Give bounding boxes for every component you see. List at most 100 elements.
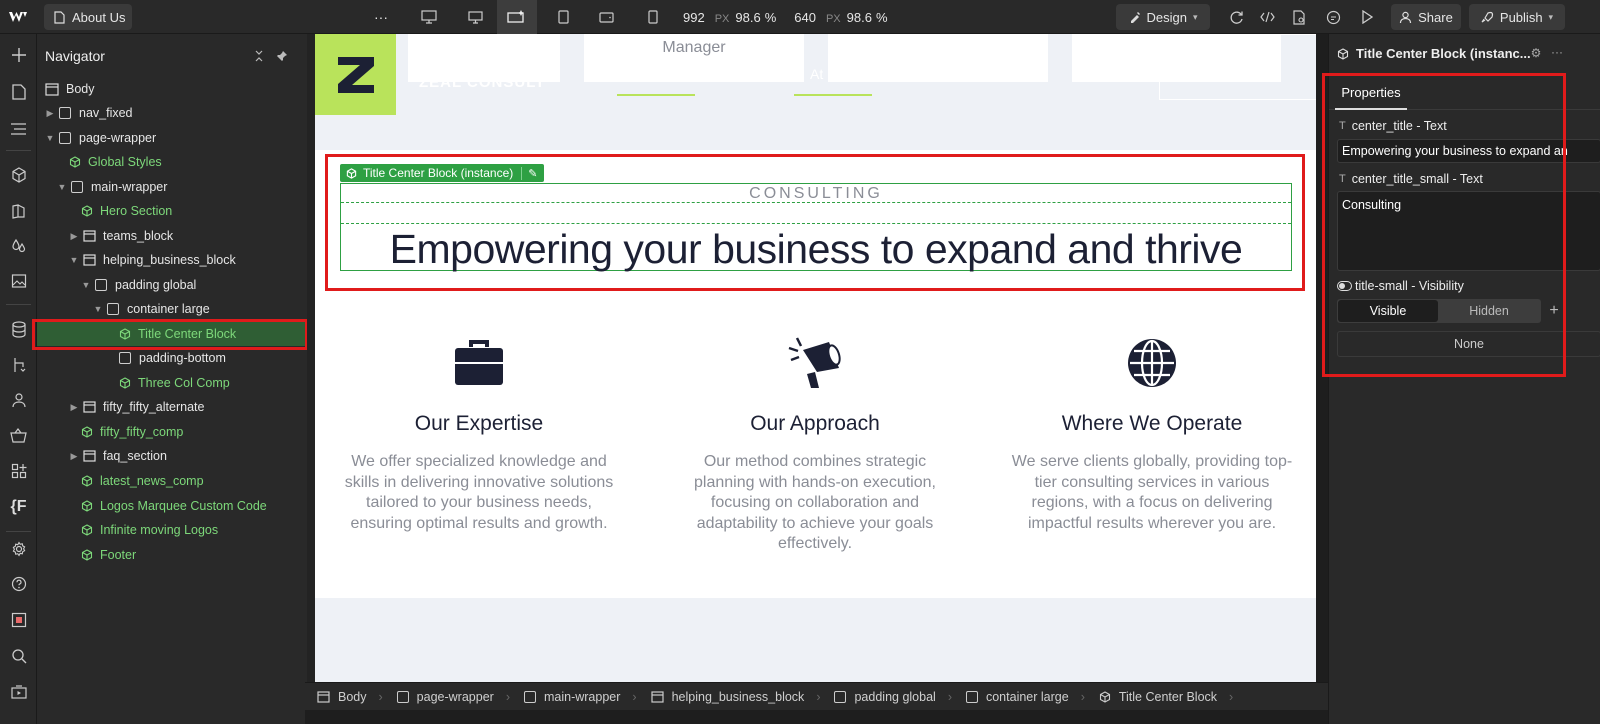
tree-item-container-large[interactable]: ▼ container large [93,297,210,321]
refresh-button[interactable] [1224,4,1248,30]
video-tutorials-icon[interactable] [0,677,37,707]
div-block-icon [965,690,978,703]
page-selector-button[interactable]: About Us [44,4,132,30]
add-elements-icon[interactable] [0,40,37,70]
desktop-large-icon [421,10,437,24]
settings-gear-icon[interactable] [0,534,37,564]
breakpoint-mobile-button[interactable] [641,4,665,30]
breadcrumb-item-body[interactable]: Body › [317,690,383,704]
component-icon [81,524,93,536]
tree-item-nav-fixed[interactable]: ▶ nav_fixed [45,101,133,125]
publish-dropdown[interactable]: Publish ▾ [1469,4,1565,30]
chevron-right-icon[interactable]: ▶ [45,108,55,119]
breadcrumb-item-main-wrapper[interactable]: main-wrapper › [523,690,637,704]
tree-item-infinite-moving-logos[interactable]: Infinite moving Logos [81,518,218,542]
feature-text: Our method combines strategic planning w… [694,453,936,552]
finsweet-icon[interactable]: {F [0,492,37,522]
canvas-width-value[interactable]: 992 [683,10,705,25]
tree-item-hero-section[interactable]: Hero Section [81,199,172,223]
logic-icon[interactable] [0,350,37,380]
tree-item-logos-marquee[interactable]: Logos Marquee Custom Code [81,494,267,518]
tree-item-faq-section[interactable]: ▶ faq_section [69,444,167,468]
navigator-header: Navigator [37,34,314,78]
tree-item-page-wrapper[interactable]: ▼ page-wrapper [45,126,157,150]
chevron-down-icon[interactable]: ▼ [93,304,103,314]
share-label: Share [1418,9,1453,25]
audit-button[interactable] [1287,4,1311,30]
navigator-icon[interactable] [0,114,37,144]
share-button[interactable]: Share [1391,4,1461,30]
ecommerce-icon[interactable] [0,420,37,450]
code-icon [1259,11,1275,23]
tree-item-label: Body [66,82,95,96]
tree-item-main-wrapper[interactable]: ▼ main-wrapper [57,175,168,199]
left-tool-bar: {F [0,34,37,724]
more-options-button[interactable]: ··· [1547,44,1567,60]
record-icon[interactable] [0,605,37,635]
section-icon [650,690,664,703]
webflow-logo-icon[interactable] [8,7,28,27]
style-selectors-icon[interactable] [0,196,37,226]
pin-icon[interactable] [274,48,290,64]
chevron-down-icon: ▾ [1192,11,1198,22]
tree-item-fifty-fifty-comp[interactable]: fifty_fifty_comp [81,420,183,444]
help-icon[interactable] [0,569,37,599]
chevron-down-icon[interactable]: ▼ [69,255,79,265]
pages-icon[interactable] [0,77,37,107]
breakpoint-mobile-landscape-button[interactable] [593,4,619,30]
breadcrumb-item-container-large[interactable]: container large › [965,690,1085,704]
chevron-down-icon[interactable]: ▼ [81,280,91,290]
body-icon [45,82,59,96]
component-settings-icon[interactable]: ⚙ [1529,46,1543,60]
breadcrumb-label: Body [338,689,367,704]
breadcrumb-item-title-center-block[interactable]: Title Center Block › [1099,690,1233,704]
tree-item-fifty-fifty-alternate[interactable]: ▶ fifty_fifty_alternate [69,395,205,419]
tree-item-label: helping_business_block [103,253,236,267]
properties-annotation [1322,73,1566,377]
tree-item-latest-news-comp[interactable]: latest_news_comp [81,469,204,493]
team-card-caption: At [810,66,824,82]
more-options-button[interactable]: ··· [368,4,394,30]
apps-icon[interactable] [0,456,37,486]
breakpoint-desktop-button[interactable] [461,4,489,30]
tree-item-global-styles[interactable]: Global Styles [69,150,162,174]
div-block-icon [59,132,71,144]
search-icon[interactable] [0,641,37,671]
breakpoint-tablet-button[interactable] [551,4,575,30]
chevron-down-icon[interactable]: ▼ [45,133,55,143]
tree-item-teams-block[interactable]: ▶ teams_block [69,224,174,248]
tree-item-padding-global[interactable]: ▼ padding global [81,273,197,297]
tree-item-helping-business-block[interactable]: ▼ helping_business_block [69,248,236,272]
design-canvas[interactable]: ZEAL CONSULT Manager At Title Center Blo… [315,34,1316,682]
tree-item-footer[interactable]: Footer [81,543,136,567]
selected-element-name: Title Center Block (instanc... [1356,46,1531,61]
breakpoint-desktop-large-button[interactable] [415,4,443,30]
tree-item-body[interactable]: Body [45,77,95,101]
canvas-height-value[interactable]: 640 [794,10,816,25]
breadcrumb-item-page-wrapper[interactable]: page-wrapper › [396,690,510,704]
chevron-right-icon[interactable]: ▶ [69,402,79,413]
users-icon[interactable] [0,385,37,415]
breadcrumb-item-helping-business-block[interactable]: helping_business_block › [650,690,820,704]
chevron-down-icon[interactable]: ▼ [57,182,67,192]
collapse-all-icon[interactable] [251,48,267,64]
panel-resize-handle[interactable] [307,34,315,724]
preview-button[interactable] [1355,4,1379,30]
tree-item-label: faq_section [103,449,167,463]
comments-button[interactable] [1321,4,1345,30]
design-mode-dropdown[interactable]: Design ▾ [1116,4,1210,30]
tree-item-three-col-comp[interactable]: Three Col Comp [119,371,230,395]
assets-icon[interactable] [0,266,37,296]
breakpoint-base-button[interactable] [497,0,537,34]
components-icon[interactable] [0,160,37,190]
panel-header: Title Center Block (instanc... [1337,46,1531,61]
chevron-right-icon[interactable]: ▶ [69,231,79,242]
page-name: About Us [72,9,126,25]
accent-underline [617,94,695,96]
code-export-button[interactable] [1255,4,1279,30]
audit-icon [1293,9,1305,25]
tree-item-padding-bottom[interactable]: padding-bottom [119,346,226,370]
breadcrumb-item-padding-global[interactable]: padding global › [834,690,952,704]
variables-icon[interactable] [0,231,37,261]
chevron-right-icon[interactable]: ▶ [69,451,79,462]
